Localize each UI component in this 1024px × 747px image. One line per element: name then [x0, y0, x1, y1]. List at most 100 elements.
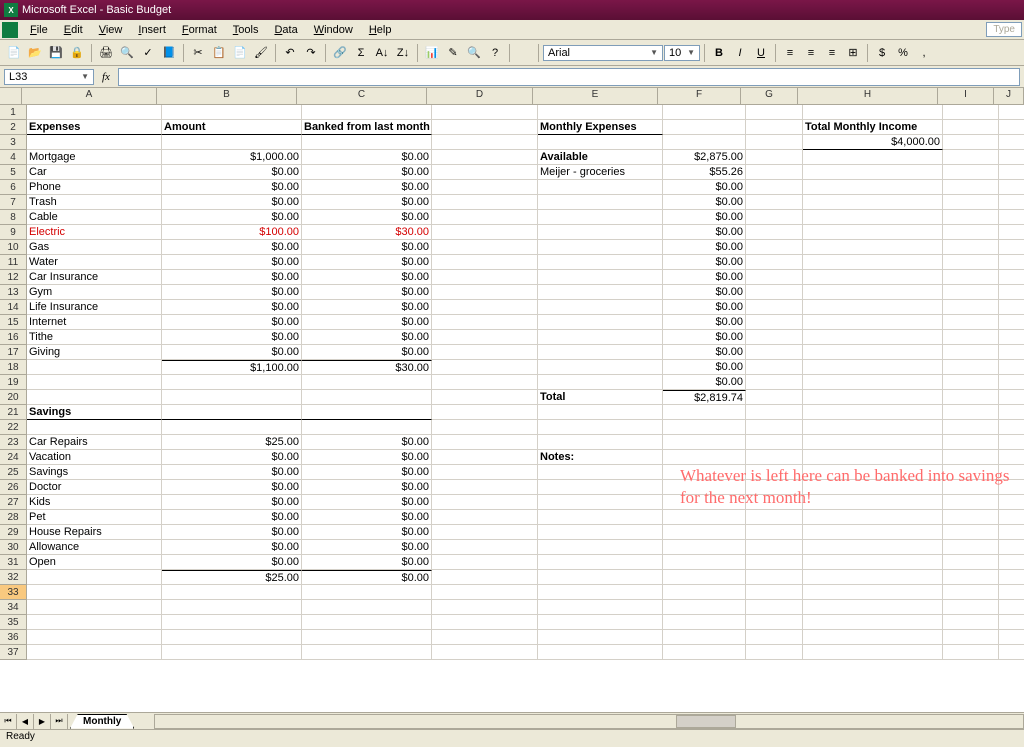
cell-J21[interactable]	[999, 405, 1024, 420]
underline-button[interactable]: U	[751, 43, 771, 63]
row-header-14[interactable]: 14	[0, 300, 27, 315]
cell-C3[interactable]	[302, 135, 432, 150]
cell-J19[interactable]	[999, 375, 1024, 390]
cell-A12[interactable]: Car Insurance	[27, 270, 162, 285]
sort-desc-button[interactable]: Z↓	[393, 43, 413, 63]
tab-nav-first[interactable]: ⏮	[0, 714, 17, 729]
cell-H7[interactable]	[803, 195, 943, 210]
cell-D30[interactable]	[432, 540, 538, 555]
cell-A15[interactable]: Internet	[27, 315, 162, 330]
cell-J30[interactable]	[999, 540, 1024, 555]
cell-B20[interactable]	[162, 390, 302, 405]
cell-E29[interactable]	[538, 525, 663, 540]
cell-H28[interactable]	[803, 510, 943, 525]
cell-F33[interactable]	[663, 585, 746, 600]
cell-D12[interactable]	[432, 270, 538, 285]
cell-A16[interactable]: Tithe	[27, 330, 162, 345]
row-header-36[interactable]: 36	[0, 630, 27, 645]
cell-J14[interactable]	[999, 300, 1024, 315]
col-header-G[interactable]: G	[741, 88, 798, 104]
cell-J11[interactable]	[999, 255, 1024, 270]
cell-G36[interactable]	[746, 630, 803, 645]
cell-G37[interactable]	[746, 645, 803, 660]
horizontal-scrollbar[interactable]	[154, 714, 1024, 729]
cell-E25[interactable]	[538, 465, 663, 480]
cell-E2[interactable]: Monthly Expenses	[538, 120, 663, 135]
cell-E37[interactable]	[538, 645, 663, 660]
cell-B28[interactable]: $0.00	[162, 510, 302, 525]
cell-H36[interactable]	[803, 630, 943, 645]
cell-B21[interactable]	[162, 405, 302, 420]
cell-C29[interactable]: $0.00	[302, 525, 432, 540]
cell-F17[interactable]: $0.00	[663, 345, 746, 360]
undo-button[interactable]: ↶	[280, 43, 300, 63]
cell-H19[interactable]	[803, 375, 943, 390]
currency-button[interactable]: $	[872, 43, 892, 63]
cell-D7[interactable]	[432, 195, 538, 210]
cell-C6[interactable]: $0.00	[302, 180, 432, 195]
cell-F24[interactable]	[663, 450, 746, 465]
cell-C37[interactable]	[302, 645, 432, 660]
cell-E4[interactable]: Available	[538, 150, 663, 165]
cell-G12[interactable]	[746, 270, 803, 285]
cell-C13[interactable]: $0.00	[302, 285, 432, 300]
cell-D36[interactable]	[432, 630, 538, 645]
row-header-21[interactable]: 21	[0, 405, 27, 420]
cell-A11[interactable]: Water	[27, 255, 162, 270]
cell-E20[interactable]: Total	[538, 390, 663, 405]
cell-I14[interactable]	[943, 300, 999, 315]
cell-E16[interactable]	[538, 330, 663, 345]
menu-help[interactable]: Help	[361, 22, 400, 38]
row-header-17[interactable]: 17	[0, 345, 27, 360]
cell-E3[interactable]	[538, 135, 663, 150]
cell-F32[interactable]	[663, 570, 746, 585]
cell-E12[interactable]	[538, 270, 663, 285]
cell-H22[interactable]	[803, 420, 943, 435]
cell-C2[interactable]: Banked from last month	[302, 120, 432, 135]
cell-F12[interactable]: $0.00	[663, 270, 746, 285]
drawing-button[interactable]: ✎	[443, 43, 463, 63]
cell-F1[interactable]	[663, 105, 746, 120]
cell-I17[interactable]	[943, 345, 999, 360]
cell-I2[interactable]	[943, 120, 999, 135]
cell-E13[interactable]	[538, 285, 663, 300]
row-header-15[interactable]: 15	[0, 315, 27, 330]
cell-F8[interactable]: $0.00	[663, 210, 746, 225]
row-header-18[interactable]: 18	[0, 360, 27, 375]
cell-B27[interactable]: $0.00	[162, 495, 302, 510]
cell-I11[interactable]	[943, 255, 999, 270]
cell-C9[interactable]: $30.00	[302, 225, 432, 240]
cell-B31[interactable]: $0.00	[162, 555, 302, 570]
cell-F29[interactable]	[663, 525, 746, 540]
cell-G23[interactable]	[746, 435, 803, 450]
menu-insert[interactable]: Insert	[130, 22, 174, 38]
cell-I5[interactable]	[943, 165, 999, 180]
cell-A35[interactable]	[27, 615, 162, 630]
cell-E14[interactable]	[538, 300, 663, 315]
cell-E34[interactable]	[538, 600, 663, 615]
spellcheck-button[interactable]: ✓	[138, 43, 158, 63]
cell-A9[interactable]: Electric	[27, 225, 162, 240]
cell-J22[interactable]	[999, 420, 1024, 435]
cell-C1[interactable]	[302, 105, 432, 120]
cell-C17[interactable]: $0.00	[302, 345, 432, 360]
cell-C18[interactable]: $30.00	[302, 360, 432, 375]
cell-F2[interactable]	[663, 120, 746, 135]
cell-C20[interactable]	[302, 390, 432, 405]
row-header-7[interactable]: 7	[0, 195, 27, 210]
permission-button[interactable]: 🔒	[67, 43, 87, 63]
cell-H20[interactable]	[803, 390, 943, 405]
cell-D19[interactable]	[432, 375, 538, 390]
row-header-22[interactable]: 22	[0, 420, 27, 435]
align-right-button[interactable]: ≡	[822, 43, 842, 63]
cell-A24[interactable]: Vacation	[27, 450, 162, 465]
cell-B13[interactable]: $0.00	[162, 285, 302, 300]
fx-label[interactable]: fx	[102, 71, 110, 83]
cell-E24[interactable]: Notes:	[538, 450, 663, 465]
cell-C22[interactable]	[302, 420, 432, 435]
row-header-6[interactable]: 6	[0, 180, 27, 195]
cell-E28[interactable]	[538, 510, 663, 525]
cell-G13[interactable]	[746, 285, 803, 300]
cell-J36[interactable]	[999, 630, 1024, 645]
cell-J37[interactable]	[999, 645, 1024, 660]
